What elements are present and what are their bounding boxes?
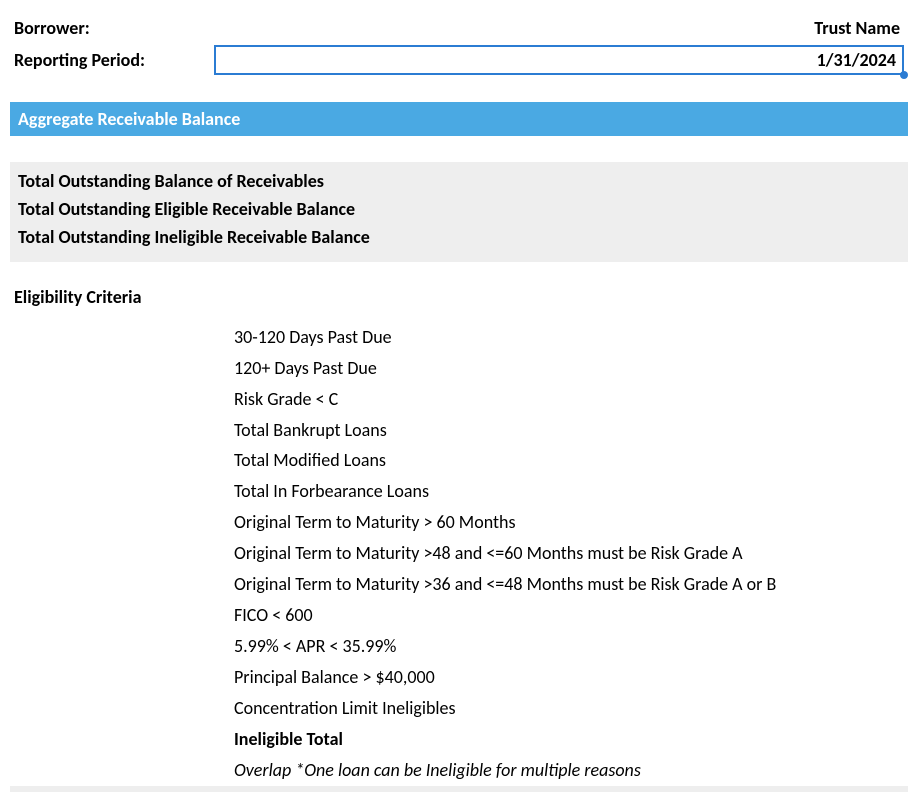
eligibility-criteria-header: Eligibility Criteria bbox=[14, 286, 904, 308]
criteria-item: 30-120 Days Past Due bbox=[234, 322, 904, 353]
selected-cell[interactable]: 1/31/2024 bbox=[214, 45, 904, 75]
criteria-item: Risk Grade < C bbox=[234, 384, 904, 415]
fill-handle-icon[interactable] bbox=[900, 71, 908, 79]
footer-band bbox=[10, 786, 908, 792]
criteria-item: Original Term to Maturity >48 and <=60 M… bbox=[234, 538, 904, 569]
criteria-item: 5.99% < APR < 35.99% bbox=[234, 631, 904, 662]
totals-block: Total Outstanding Balance of Receivables… bbox=[10, 162, 908, 262]
criteria-ineligible-total: Ineligible Total bbox=[234, 724, 904, 755]
borrower-label: Borrower: bbox=[14, 17, 214, 39]
reporting-period-value[interactable]: 1/31/2024 bbox=[214, 45, 904, 75]
total-outstanding-balance: Total Outstanding Balance of Receivables bbox=[18, 168, 900, 196]
section-title-band: Aggregate Receivable Balance bbox=[10, 102, 908, 136]
criteria-overlap-note: Overlap *One loan can be Ineligible for … bbox=[234, 755, 904, 786]
criteria-item: Concentration Limit Ineligibles bbox=[234, 693, 904, 724]
criteria-item: FICO < 600 bbox=[234, 600, 904, 631]
reporting-period-label: Reporting Period: bbox=[14, 49, 214, 71]
reporting-period-row: Reporting Period: 1/31/2024 bbox=[14, 46, 904, 74]
borrower-row: Borrower: Trust Name bbox=[14, 14, 904, 42]
document-page: Borrower: Trust Name Reporting Period: 1… bbox=[0, 0, 918, 792]
criteria-list: 30-120 Days Past Due 120+ Days Past Due … bbox=[14, 322, 904, 786]
criteria-item: Total Modified Loans bbox=[234, 445, 904, 476]
criteria-item: Original Term to Maturity >36 and <=48 M… bbox=[234, 569, 904, 600]
borrower-value: Trust Name bbox=[214, 17, 904, 39]
criteria-item: Original Term to Maturity > 60 Months bbox=[234, 507, 904, 538]
criteria-item: Principal Balance > $40,000 bbox=[234, 662, 904, 693]
total-ineligible-balance: Total Outstanding Ineligible Receivable … bbox=[18, 224, 900, 252]
criteria-item: Total In Forbearance Loans bbox=[234, 476, 904, 507]
total-eligible-balance: Total Outstanding Eligible Receivable Ba… bbox=[18, 196, 900, 224]
criteria-item: Total Bankrupt Loans bbox=[234, 415, 904, 446]
criteria-item: 120+ Days Past Due bbox=[234, 353, 904, 384]
